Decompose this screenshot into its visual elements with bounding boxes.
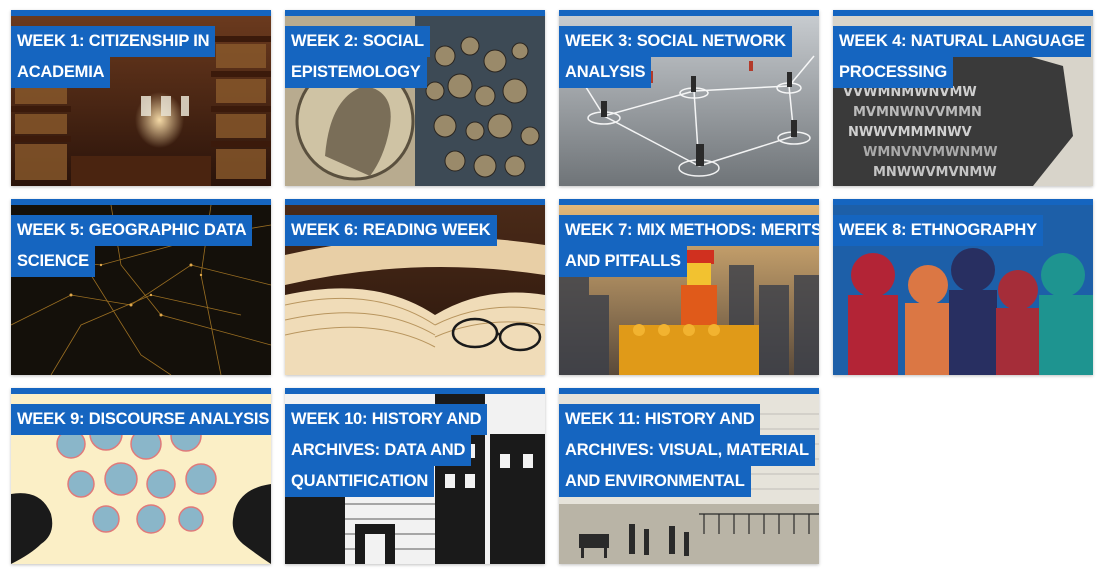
week-title-line: ARCHIVES: DATA AND [285, 435, 472, 466]
week-tile-3[interactable]: WEEK 3: SOCIAL NETWORK ANALYSIS [559, 10, 819, 186]
week-title-line: AND PITFALLS [559, 246, 687, 277]
week-title: WEEK 2: SOCIAL EPISTEMOLOGY [285, 26, 545, 88]
week-tile-8[interactable]: WEEK 8: ETHNOGRAPHY [833, 199, 1093, 375]
week-tile-11[interactable]: WEEK 11: HISTORY AND ARCHIVES: VISUAL, M… [559, 388, 819, 564]
week-title: WEEK 9: DISCOURSE ANALYSIS [11, 404, 271, 435]
week-title-line: WEEK 8: ETHNOGRAPHY [833, 215, 1043, 246]
week-tile-4[interactable]: VVWMNMWNVMW MVMNWNVVMMN NWWVMMMNWV WMNVN… [833, 10, 1093, 186]
week-tile-9[interactable]: WEEK 9: DISCOURSE ANALYSIS [11, 388, 271, 564]
week-title-line: WEEK 10: HISTORY AND [285, 404, 488, 435]
svg-text:MNWWVMVNMW: MNWWVMVNMW [873, 165, 997, 180]
week-tile-6[interactable]: WEEK 6: READING WEEK [285, 199, 545, 375]
week-title-line: WEEK 3: SOCIAL NETWORK [559, 26, 792, 57]
week-title-line: QUANTIFICATION [285, 466, 435, 497]
week-title-line: WEEK 1: CITIZENSHIP IN [11, 26, 216, 57]
week-tile-10[interactable]: WEEK 10: HISTORY AND ARCHIVES: DATA AND … [285, 388, 545, 564]
week-tile-1[interactable]: WEEK 1: CITIZENSHIP IN ACADEMIA [11, 10, 271, 186]
week-title: WEEK 1: CITIZENSHIP IN ACADEMIA [11, 26, 271, 88]
week-title: WEEK 6: READING WEEK [285, 215, 545, 246]
week-title-line: PROCESSING [833, 57, 954, 88]
week-title: WEEK 11: HISTORY AND ARCHIVES: VISUAL, M… [559, 404, 819, 497]
week-title-line: WEEK 4: NATURAL LANGUAGE [833, 26, 1091, 57]
week-title-line: ANALYSIS [559, 57, 652, 88]
week-title: WEEK 4: NATURAL LANGUAGE PROCESSING [833, 26, 1093, 88]
week-title-line: WEEK 11: HISTORY AND [559, 404, 761, 435]
week-title: WEEK 8: ETHNOGRAPHY [833, 215, 1093, 246]
week-title-line: WEEK 6: READING WEEK [285, 215, 497, 246]
course-weeks-grid: WEEK 1: CITIZENSHIP IN ACADEMIA WEEK 2: … [0, 0, 1110, 575]
week-title-line: ARCHIVES: VISUAL, MATERIAL [559, 435, 815, 466]
week-title: WEEK 7: MIX METHODS: MERITS AND PITFALLS [559, 215, 819, 277]
week-title-line: WEEK 5: GEOGRAPHIC DATA [11, 215, 253, 246]
week-title-line: EPISTEMOLOGY [285, 57, 427, 88]
week-tile-2[interactable]: WEEK 2: SOCIAL EPISTEMOLOGY [285, 10, 545, 186]
week-title-line: SCIENCE [11, 246, 95, 277]
svg-text:NWWVMMMNWV: NWWVMMMNWV [848, 125, 972, 140]
week-title: WEEK 3: SOCIAL NETWORK ANALYSIS [559, 26, 819, 88]
week-title-line: WEEK 2: SOCIAL [285, 26, 430, 57]
svg-text:MVMNWNVVMMN: MVMNWNVVMMN [853, 105, 982, 120]
week-tile-7[interactable]: WEEK 7: MIX METHODS: MERITS AND PITFALLS [559, 199, 819, 375]
week-title: WEEK 10: HISTORY AND ARCHIVES: DATA AND … [285, 404, 545, 497]
week-tile-5[interactable]: WEEK 5: GEOGRAPHIC DATA SCIENCE [11, 199, 271, 375]
week-title-line: WEEK 9: DISCOURSE ANALYSIS [11, 404, 271, 435]
svg-text:WMNVNVMWNMW: WMNVNVMWNMW [863, 145, 998, 160]
week-title-line: AND ENVIRONMENTAL [559, 466, 751, 497]
week-title-line: WEEK 7: MIX METHODS: MERITS [559, 215, 819, 246]
week-title-line: ACADEMIA [11, 57, 111, 88]
week-title: WEEK 5: GEOGRAPHIC DATA SCIENCE [11, 215, 271, 277]
